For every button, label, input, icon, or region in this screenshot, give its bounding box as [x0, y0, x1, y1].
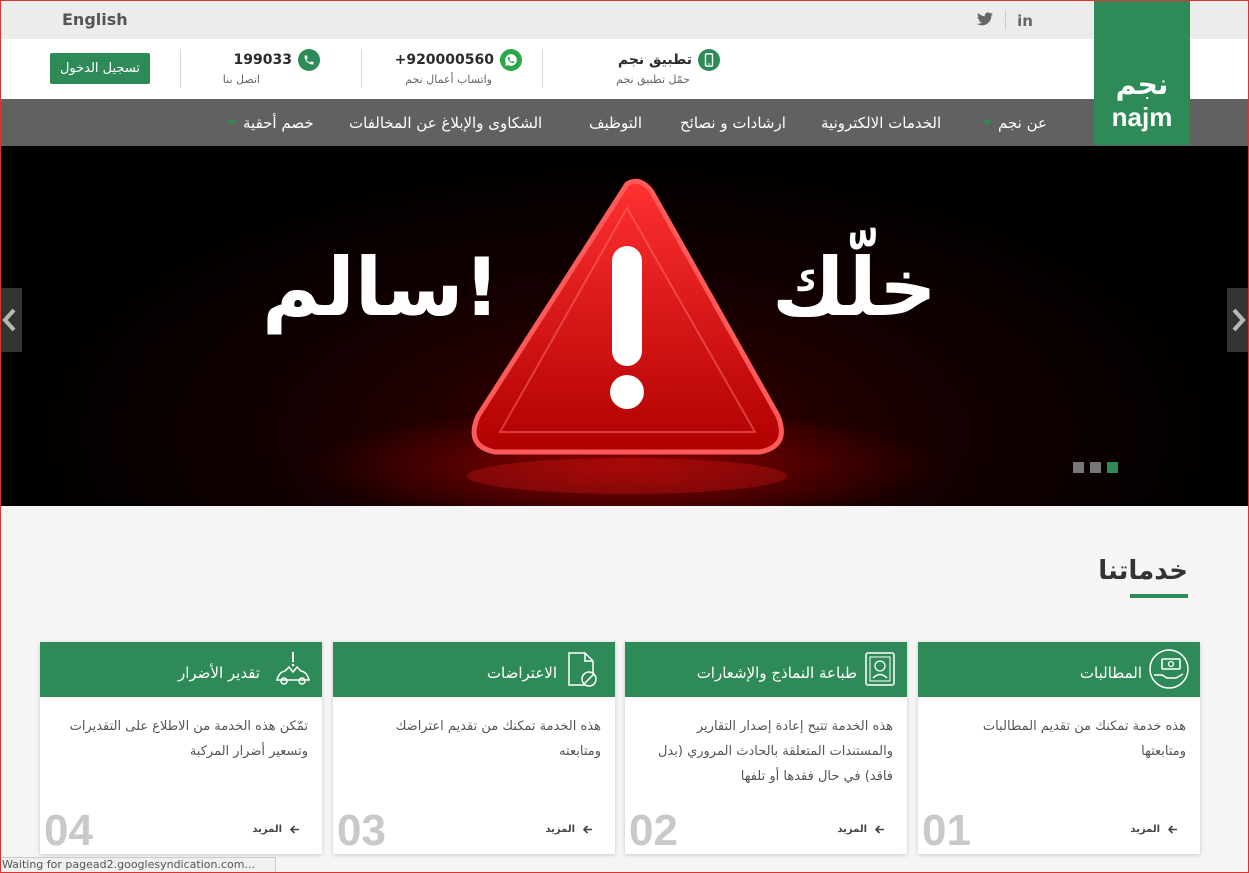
- hero-slider[interactable]: خلّك سالم!: [0, 146, 1249, 506]
- card-header: تقدير الأضرار: [40, 642, 322, 697]
- card-description: هذه خدمة تمكنك من تقديم المطالبات ومتابع…: [982, 719, 1186, 759]
- header: تسجيل الدخول 199033 اتصل بنا +920000560 …: [0, 39, 1249, 99]
- app-subtitle: حمّل تطبيق نجم: [616, 73, 690, 86]
- whatsapp-number: +920000560: [394, 52, 494, 68]
- contact-whatsapp[interactable]: +920000560 واتساب أعمال نجم: [370, 49, 522, 86]
- login-button[interactable]: تسجيل الدخول: [50, 53, 150, 84]
- service-card-print-forms[interactable]: طباعة النماذج والإشعارات هذه الخدمة تتيح…: [625, 642, 907, 855]
- card-title: طباعة النماذج والإشعارات: [696, 664, 857, 682]
- card-more-link[interactable]: المزيد: [252, 824, 300, 835]
- slider-dot-3[interactable]: [1107, 462, 1118, 473]
- phone-icon: [298, 49, 320, 71]
- card-header: المطالبات: [918, 642, 1200, 697]
- card-title: تقدير الأضرار: [177, 664, 260, 682]
- services-title: خدماتنا: [1098, 556, 1188, 586]
- linkedin-icon[interactable]: in: [1016, 12, 1034, 30]
- mobile-icon: [698, 49, 720, 71]
- header-divider: [180, 49, 181, 88]
- service-card-objections[interactable]: الاعتراضات هذه الخدمة تمكنك من تقديم اعت…: [333, 642, 615, 855]
- card-title: الاعتراضات: [486, 664, 557, 682]
- main-nav: عن نجم الخدمات الالكترونية ارشادات و نصا…: [0, 99, 1249, 146]
- card-number: 04: [44, 806, 93, 855]
- card-description: هذه الخدمة تتيح إعادة إصدار التقارير وال…: [657, 719, 893, 784]
- nav-item-complaints[interactable]: الشكاوى والإبلاغ عن المخالفات: [349, 114, 542, 132]
- header-divider: [542, 49, 543, 88]
- nav-item-careers[interactable]: التوظيف: [589, 114, 642, 132]
- arrow-left-icon: [583, 825, 592, 834]
- warning-triangle-icon: [305, 178, 945, 506]
- logo-latin: najm: [1111, 102, 1173, 132]
- nav-item-about[interactable]: عن نجم: [998, 114, 1047, 132]
- card-number: 02: [629, 806, 678, 855]
- phone-number: 199033: [233, 52, 292, 68]
- slider-dot-2[interactable]: [1090, 462, 1101, 473]
- more-label: المزيد: [1130, 824, 1160, 835]
- top-bar: English in: [0, 0, 1249, 39]
- phone-subtitle: اتصل بنا: [222, 73, 260, 86]
- card-more-link[interactable]: المزيد: [1130, 824, 1178, 835]
- card-more-link[interactable]: المزيد: [837, 824, 885, 835]
- browser-status-bar: Waiting for pagead2.googlesyndication.co…: [0, 857, 276, 873]
- card-more-link[interactable]: المزيد: [545, 824, 593, 835]
- title-underline: [1130, 594, 1188, 598]
- claims-icon: [1149, 649, 1189, 689]
- card-number: 01: [922, 806, 971, 855]
- contact-app[interactable]: تطبيق نجم حمّل تطبيق نجم: [570, 49, 720, 86]
- nav-item-tips[interactable]: ارشادات و نصائح: [680, 114, 786, 132]
- card-description: هذه الخدمة تمكنك من تقديم اعتراضك ومتابع…: [395, 719, 601, 759]
- card-title: المطالبات: [1079, 664, 1142, 682]
- hero-text-left: سالم!: [262, 241, 500, 334]
- header-divider: [361, 49, 362, 88]
- slider-dot-1[interactable]: [1073, 462, 1084, 473]
- slider-prev-button[interactable]: [0, 288, 22, 352]
- nav-item-e-services[interactable]: الخدمات الالكترونية: [821, 114, 941, 132]
- chevron-down-icon: [226, 120, 236, 125]
- social-divider: [1005, 10, 1006, 30]
- twitter-icon[interactable]: [976, 12, 994, 30]
- card-header: الاعتراضات: [333, 642, 615, 697]
- chevron-down-icon: [982, 120, 992, 125]
- more-label: المزيد: [545, 824, 575, 835]
- card-header: طباعة النماذج والإشعارات: [625, 642, 907, 697]
- whatsapp-icon: [500, 49, 522, 71]
- service-card-claims[interactable]: المطالبات هذه خدمة تمكنك من تقديم المطال…: [918, 642, 1200, 855]
- contact-phone[interactable]: 199033 اتصل بنا: [200, 49, 320, 86]
- card-description: تمّكن هذه الخدمة من الاطلاع على التقديرا…: [69, 719, 308, 759]
- arrow-left-icon: [290, 825, 299, 834]
- hero-text-right: خلّك: [772, 241, 937, 334]
- objection-icon: [568, 652, 597, 687]
- app-title: تطبيق نجم: [617, 52, 692, 68]
- arrow-left-icon: [1168, 825, 1177, 834]
- arrow-left-icon: [875, 825, 884, 834]
- more-label: المزيد: [837, 824, 867, 835]
- najm-logo[interactable]: نجم najm: [1094, 0, 1190, 145]
- slider-next-button[interactable]: [1227, 288, 1249, 352]
- language-switch-link[interactable]: English: [62, 10, 128, 29]
- logo-arabic: نجم: [1115, 68, 1169, 101]
- print-forms-icon: [865, 652, 895, 686]
- card-number: 03: [337, 806, 386, 855]
- damage-estimate-icon: [276, 652, 310, 685]
- more-label: المزيد: [252, 824, 282, 835]
- whatsapp-subtitle: واتساب أعمال نجم: [405, 73, 492, 86]
- nav-item-discount[interactable]: خصم أحقية: [243, 114, 314, 132]
- service-card-damage-estimate[interactable]: تقدير الأضرار تمّكن هذه الخدمة من الاطلا…: [40, 642, 322, 855]
